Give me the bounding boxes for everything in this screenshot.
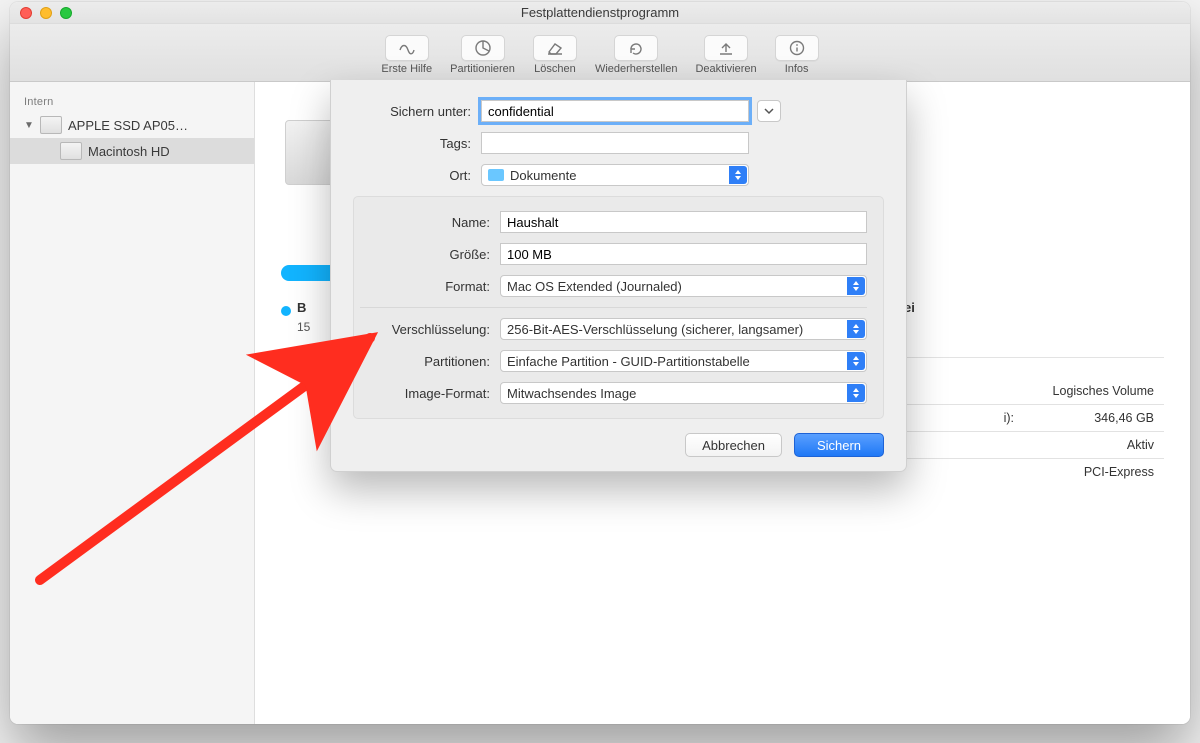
tags-label: Tags:	[353, 136, 481, 151]
select-stepper-icon	[847, 352, 865, 370]
toolbar-item-label: Löschen	[534, 63, 576, 75]
folder-icon	[488, 169, 504, 181]
chevron-down-icon	[763, 106, 775, 116]
app-window: Festplattendienstprogramm Erste Hilfe Pa…	[10, 2, 1190, 724]
main-content: B 15 Frei 343,51 GB Logisches Volume i):…	[255, 82, 1190, 724]
encryption-value: 256-Bit-AES-Verschlüsselung (sicherer, l…	[507, 322, 860, 337]
toolbar-first-aid[interactable]: Erste Hilfe	[381, 35, 432, 75]
expand-save-panel-button[interactable]	[757, 100, 781, 122]
toolbar-partition[interactable]: Partitionieren	[450, 35, 515, 75]
partitions-label: Partitionen:	[360, 354, 500, 369]
save-sheet: Sichern unter: Tags: Ort: Dokumente	[330, 80, 907, 472]
restore-icon	[614, 35, 658, 61]
window-title: Festplattendienstprogramm	[10, 5, 1190, 20]
sidebar-item-label: Macintosh HD	[88, 144, 244, 159]
save-button[interactable]: Sichern	[794, 433, 884, 457]
toolbar-restore[interactable]: Wiederherstellen	[595, 35, 678, 75]
image-format-value: Mitwachsendes Image	[507, 386, 860, 401]
image-name-input[interactable]	[500, 211, 867, 233]
encryption-select[interactable]: 256-Bit-AES-Verschlüsselung (sicherer, l…	[500, 318, 867, 340]
sidebar-item-volume[interactable]: Macintosh HD	[10, 138, 254, 164]
toolbar-item-label: Erste Hilfe	[381, 63, 432, 75]
titlebar: Festplattendienstprogramm	[10, 2, 1190, 24]
toolbar-item-label: Partitionieren	[450, 63, 515, 75]
partitions-value: Einfache Partition - GUID-Partitionstabe…	[507, 354, 860, 369]
save-button-label: Sichern	[817, 438, 861, 453]
location-value: Dokumente	[510, 168, 576, 183]
toolbar-item-label: Wiederherstellen	[595, 63, 678, 75]
toolbar-item-label: Deaktivieren	[695, 63, 756, 75]
info-value: PCI-Express	[1024, 459, 1164, 486]
sidebar-section-header: Intern	[10, 92, 254, 112]
size-label: Größe:	[360, 247, 500, 262]
partitions-select[interactable]: Einfache Partition - GUID-Partitionstabe…	[500, 350, 867, 372]
info-value: Aktiv	[1024, 432, 1164, 459]
save-as-input[interactable]	[481, 100, 749, 122]
erase-icon	[533, 35, 577, 61]
select-stepper-icon	[847, 277, 865, 295]
legend-used-label: B	[297, 300, 306, 315]
info-value: Logisches Volume	[1024, 378, 1164, 405]
disk-icon	[40, 116, 62, 134]
format-value: Mac OS Extended (Journaled)	[507, 279, 860, 294]
sidebar-item-label: APPLE SSD AP05…	[68, 118, 244, 133]
sidebar-item-physical-disk[interactable]: ▼ APPLE SSD AP05…	[10, 112, 254, 138]
encryption-label: Verschlüsselung:	[360, 322, 500, 337]
toolbar-info[interactable]: Infos	[775, 35, 819, 75]
legend-used-value: 15	[297, 320, 310, 334]
toolbar: Erste Hilfe Partitionieren Löschen Wiede…	[10, 24, 1190, 82]
cancel-button-label: Abbrechen	[702, 438, 765, 453]
toolbar-item-label: Infos	[785, 63, 809, 75]
tags-input[interactable]	[481, 132, 749, 154]
toolbar-erase[interactable]: Löschen	[533, 35, 577, 75]
location-label: Ort:	[353, 168, 481, 183]
image-size-input[interactable]	[500, 243, 867, 265]
info-value: 346,46 GB	[1024, 405, 1164, 432]
format-select[interactable]: Mac OS Extended (Journaled)	[500, 275, 867, 297]
select-stepper-icon	[847, 384, 865, 402]
partition-icon	[461, 35, 505, 61]
image-format-label: Image-Format:	[360, 386, 500, 401]
disclosure-triangle-icon[interactable]: ▼	[24, 120, 34, 131]
window-body: Intern ▼ APPLE SSD AP05… Macintosh HD B …	[10, 82, 1190, 724]
select-stepper-icon	[847, 320, 865, 338]
first-aid-icon	[385, 35, 429, 61]
save-as-label: Sichern unter:	[353, 104, 481, 119]
info-icon	[775, 35, 819, 61]
volume-icon	[60, 142, 82, 160]
sidebar: Intern ▼ APPLE SSD AP05… Macintosh HD	[10, 82, 255, 724]
format-label: Format:	[360, 279, 500, 294]
legend-dot-icon	[281, 306, 291, 316]
unmount-icon	[704, 35, 748, 61]
cancel-button[interactable]: Abbrechen	[685, 433, 782, 457]
panel-divider	[360, 307, 867, 308]
image-settings-panel: Name: Größe: Format: Mac OS Extended (Jo…	[353, 196, 884, 419]
name-label: Name:	[360, 215, 500, 230]
toolbar-unmount[interactable]: Deaktivieren	[695, 35, 756, 75]
select-stepper-icon	[729, 166, 747, 184]
location-select[interactable]: Dokumente	[481, 164, 749, 186]
image-format-select[interactable]: Mitwachsendes Image	[500, 382, 867, 404]
